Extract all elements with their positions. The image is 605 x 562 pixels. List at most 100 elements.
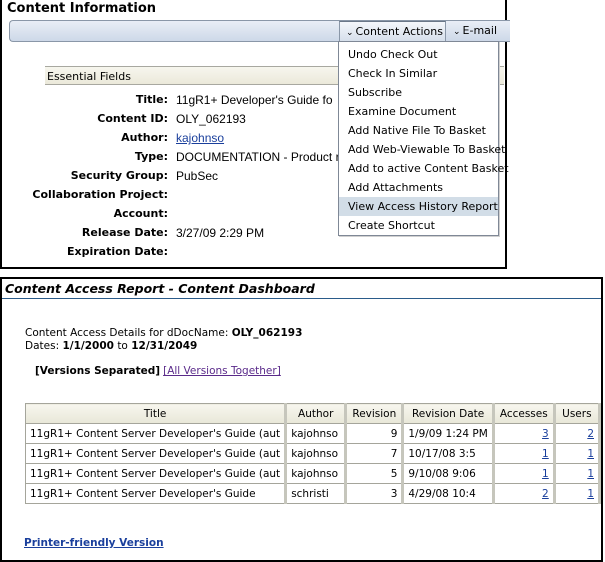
date-to: 12/31/2049	[131, 340, 198, 352]
cell-users: 1	[553, 463, 602, 484]
table-body: 11gR1+ Content Server Developer's Guide …	[24, 423, 602, 504]
field-label: Author:	[121, 131, 168, 144]
cell-users: 1	[553, 483, 602, 504]
all-versions-together-link[interactable]: [All Versions Together]	[163, 365, 281, 377]
menu-item-add-native-file-to-basket[interactable]: Add Native File To Basket	[339, 121, 498, 140]
field-value: 3/27/09 2:29 PM	[176, 226, 265, 240]
field-label: Account:	[113, 207, 168, 220]
content-toolbar: ⌄ Content Actions ⌄ E-mail	[9, 20, 510, 42]
field-row: Title: 11gR1+ Developer's Guide fo	[2, 91, 342, 109]
users-link[interactable]: 1	[587, 448, 594, 460]
field-value: 11gR1+ Developer's Guide fo	[176, 93, 333, 107]
column-header-users[interactable]: Users	[553, 403, 602, 424]
column-header-author[interactable]: Author	[285, 403, 348, 424]
users-link[interactable]: 1	[587, 468, 594, 480]
cell-revision-date: 4/29/08 10:4	[402, 483, 495, 504]
cell-accesses: 1	[492, 443, 556, 464]
field-value: DOCUMENTATION - Product r	[176, 150, 338, 164]
chevron-down-icon: ⌄	[453, 27, 461, 37]
author-link[interactable]: kajohnso	[176, 131, 224, 145]
field-label: Expiration Date:	[66, 245, 168, 258]
cell-revision: 7	[345, 443, 405, 464]
field-row: Expiration Date:	[2, 243, 342, 261]
menu-item-add-to-active-content-basket[interactable]: Add to active Content Basket	[339, 159, 509, 178]
date-to-word: to	[117, 340, 128, 352]
cell-author: schristi	[285, 483, 348, 504]
table-row: 11gR1+ Content Server Developer's Guide s…	[24, 483, 602, 504]
field-label: Release Date:	[81, 226, 168, 239]
cell-title: 11gR1+ Content Server Developer's Guide …	[24, 423, 288, 444]
table-header-row: Title Author Revision Revision Date Accesses…	[24, 403, 602, 424]
content-actions-button[interactable]: ⌄ Content Actions	[339, 21, 446, 41]
cell-accesses: 2	[492, 483, 556, 504]
column-header-title[interactable]: Title	[24, 403, 288, 424]
field-row: Release Date: 3/27/09 2:29 PM	[2, 224, 342, 242]
content-actions-label: Content Actions	[355, 25, 443, 38]
report-title: Content Access Report - Content Dashboar…	[5, 281, 315, 296]
menu-item-check-in-similar[interactable]: Check In Similar	[339, 64, 498, 83]
dates-prefix: Dates:	[25, 340, 60, 352]
cell-author: kajohnso	[285, 423, 348, 444]
accesses-link[interactable]: 2	[542, 488, 549, 500]
accesses-link[interactable]: 1	[542, 468, 549, 480]
field-value: kajohnso	[176, 129, 338, 147]
details-prefix: Content Access Details for dDocName:	[25, 327, 229, 339]
users-link[interactable]: 1	[587, 488, 594, 500]
content-information-panel: Content Information ⌄ Content Actions ⌄ E-…	[0, 0, 510, 269]
menu-item-view-access-history-report[interactable]: View Access History Report	[339, 197, 498, 216]
field-label: Type:	[134, 150, 168, 163]
cell-revision-date: 10/17/08 3:5	[402, 443, 495, 464]
field-row: Account:	[2, 205, 342, 223]
field-row: Type: DOCUMENTATION - Product r	[2, 148, 342, 166]
field-value: OLY_062193	[176, 112, 246, 126]
cell-revision: 3	[345, 483, 405, 504]
doc-name: OLY_062193	[231, 327, 303, 339]
field-value: PubSec	[176, 169, 219, 183]
menu-item-add-attachments[interactable]: Add Attachments	[339, 178, 498, 197]
cell-author: kajohnso	[285, 443, 348, 464]
content-actions-menu: Undo Check Out Check In Similar Subscribe E…	[338, 41, 509, 236]
cell-revision: 9	[345, 423, 405, 444]
column-header-revision-date[interactable]: Revision Date	[402, 403, 495, 424]
printer-friendly-link[interactable]: Printer-friendly Version	[24, 537, 164, 549]
accesses-link[interactable]: 1	[542, 448, 549, 460]
users-link[interactable]: 2	[587, 428, 594, 440]
chevron-down-icon: ⌄	[346, 28, 354, 38]
menu-item-subscribe[interactable]: Subscribe	[339, 83, 498, 102]
field-row: Security Group: PubSec	[2, 167, 342, 185]
cell-accesses: 3	[492, 423, 556, 444]
field-row: Content ID: OLY_062193	[2, 110, 342, 128]
column-header-revision[interactable]: Revision	[345, 403, 405, 424]
table-row: 11gR1+ Content Server Developer's Guide …	[24, 443, 602, 464]
date-from: 1/1/2000	[62, 340, 114, 352]
menu-item-undo-check-out[interactable]: Undo Check Out	[339, 45, 498, 64]
cell-revision-date: 9/10/08 9:06	[402, 463, 495, 484]
versions-separated-label: [Versions Separated]	[35, 365, 161, 377]
cell-title: 11gR1+ Content Server Developer's Guide …	[24, 443, 288, 464]
email-button[interactable]: ⌄ E-mail	[447, 21, 507, 41]
title-divider	[2, 298, 601, 299]
field-label: Content ID:	[97, 112, 168, 125]
field-row: Author: kajohnso	[2, 129, 342, 147]
dates-line: Dates: 1/1/2000 to 12/31/2049	[25, 340, 197, 352]
cell-title: 11gR1+ Content Server Developer's Guide …	[24, 463, 288, 484]
cell-title: 11gR1+ Content Server Developer's Guide	[24, 483, 288, 504]
field-row: Collaboration Project:	[2, 186, 342, 204]
column-header-accesses[interactable]: Accesses	[492, 403, 556, 424]
cell-revision-date: 1/9/09 1:24 PM	[402, 423, 495, 444]
cell-revision: 5	[345, 463, 405, 484]
field-label: Security Group:	[70, 169, 168, 182]
field-label: Title:	[135, 93, 168, 106]
menu-item-create-shortcut[interactable]: Create Shortcut	[339, 216, 498, 235]
email-label: E-mail	[462, 24, 498, 37]
table-row: 11gR1+ Content Server Developer's Guide …	[24, 463, 602, 484]
cell-author: kajohnso	[285, 463, 348, 484]
details-line: Content Access Details for dDocName: OLY…	[25, 327, 302, 339]
menu-item-add-web-viewable-to-basket[interactable]: Add Web-Viewable To Basket	[339, 140, 505, 159]
accesses-link[interactable]: 3	[542, 428, 549, 440]
table-row: 11gR1+ Content Server Developer's Guide …	[24, 423, 602, 444]
panel-title: Content Information	[7, 1, 157, 16]
cell-users: 2	[553, 423, 602, 444]
menu-item-examine-document[interactable]: Examine Document	[339, 102, 498, 121]
access-report-table: Title Author Revision Revision Date Accesses…	[24, 403, 602, 504]
